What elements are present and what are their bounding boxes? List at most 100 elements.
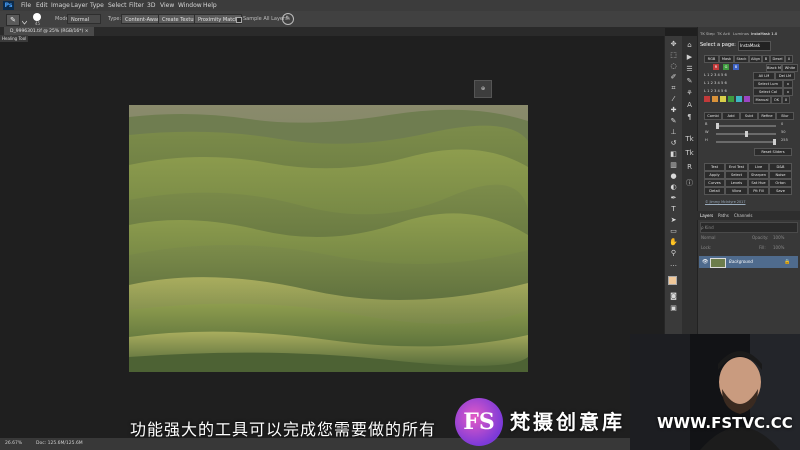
quick-select-tool-icon[interactable]: ✐ xyxy=(668,73,679,82)
crop-tool-icon[interactable]: ⌗ xyxy=(668,84,679,93)
pen-tool-icon[interactable]: ✒ xyxy=(668,194,679,203)
select-col-button[interactable]: Select Col xyxy=(753,88,783,96)
eyedropper-tool-icon[interactable]: ⁄ xyxy=(668,95,679,104)
all-lm-button[interactable]: All LM xyxy=(753,72,775,80)
menu-layer[interactable]: Layer xyxy=(71,0,88,11)
tab-tk-step[interactable]: TK Step xyxy=(700,31,715,36)
save-button[interactable]: Save xyxy=(769,187,792,195)
test-button[interactable]: Test xyxy=(704,163,725,171)
menu-help[interactable]: Help xyxy=(203,0,217,11)
opacity-value[interactable]: 100% xyxy=(773,235,784,240)
lasso-tool-icon[interactable]: ◌ xyxy=(668,62,679,71)
mask-button[interactable]: Mask xyxy=(719,55,734,63)
combine-button[interactable]: Combi xyxy=(704,112,722,120)
menu-image[interactable]: Image xyxy=(51,0,70,11)
levels-button[interactable]: Levels xyxy=(725,179,748,187)
live-button[interactable]: Live xyxy=(748,163,769,171)
vibrance-button[interactable]: Vibra xyxy=(725,187,748,195)
eraser-tool-icon[interactable]: ◧ xyxy=(668,150,679,159)
menu-edit[interactable]: Edit xyxy=(36,0,48,11)
black-slider-knob[interactable] xyxy=(716,123,719,129)
end-test-button[interactable]: End Test xyxy=(725,163,748,171)
hue-slider-knob[interactable] xyxy=(773,139,776,145)
tab-instamask[interactable]: InstaMask 1.0 xyxy=(751,31,777,36)
dodge-burn-button[interactable]: D&B xyxy=(769,163,792,171)
color-chip-green[interactable] xyxy=(728,96,734,102)
quick-mask-icon[interactable]: ◙ xyxy=(668,292,679,301)
tab-layers[interactable]: Layers xyxy=(700,211,713,220)
foreground-color-swatch[interactable] xyxy=(668,276,677,285)
chip-green[interactable]: G xyxy=(723,64,729,70)
layer-name[interactable]: Background xyxy=(729,256,753,268)
color-chip-magenta[interactable] xyxy=(744,96,750,102)
layer-filter-input[interactable]: ρ Kind xyxy=(700,222,798,233)
tab-tk-acti[interactable]: TK Acti xyxy=(717,31,730,36)
align-button[interactable]: Align xyxy=(749,55,762,63)
reset-sliders-button[interactable]: Reset Sliders xyxy=(754,148,792,156)
menu-3d[interactable]: 3D xyxy=(147,0,155,11)
navigator-mini-panel[interactable]: ⊕ xyxy=(474,80,492,98)
color-chip-cyan[interactable] xyxy=(736,96,742,102)
layer-row-background[interactable]: 👁 Background 🔒 xyxy=(699,256,798,268)
black-slider[interactable] xyxy=(716,125,776,127)
pit-fill-button[interactable]: Pit Fill xyxy=(748,187,769,195)
r-panel-icon[interactable]: R xyxy=(684,162,695,172)
noise-button[interactable]: Noise xyxy=(769,171,792,179)
sample-all-layers-checkbox[interactable] xyxy=(236,17,242,23)
menu-file[interactable]: File xyxy=(21,0,31,11)
select-page-dropdown[interactable]: InstaMask xyxy=(738,41,771,51)
healing-tool-icon[interactable]: ✎ xyxy=(6,14,20,26)
path-select-icon[interactable]: ➤ xyxy=(668,216,679,225)
mode-select[interactable]: Normal xyxy=(67,14,101,24)
marquee-tool-icon[interactable]: ⬚ xyxy=(668,51,679,60)
menu-filter[interactable]: Filter xyxy=(129,0,144,11)
apply-button[interactable]: Apply xyxy=(704,171,725,179)
blur-tool-icon[interactable]: ● xyxy=(668,172,679,181)
white-slider-knob[interactable] xyxy=(745,131,748,137)
detail-button[interactable]: Detail xyxy=(704,187,725,195)
screen-mode-icon[interactable]: ▣ xyxy=(668,304,679,313)
tab-paths[interactable]: Paths xyxy=(718,211,729,220)
more-tools-icon[interactable]: … xyxy=(668,260,679,269)
cancel-x-button[interactable]: X xyxy=(782,96,790,104)
type-tool-icon[interactable]: T xyxy=(668,205,679,214)
history-panel-icon[interactable]: ⌂ xyxy=(684,40,695,50)
menu-window[interactable]: Window xyxy=(178,0,202,11)
select-col-x-button[interactable]: x xyxy=(783,88,793,96)
tab-channels[interactable]: Channels xyxy=(734,211,753,220)
eye-icon[interactable]: 👁 xyxy=(702,256,708,268)
pressure-icon[interactable]: ✎ xyxy=(282,13,294,25)
move-tool-icon[interactable]: ✥ xyxy=(668,40,679,49)
sat-hue-button[interactable]: Sat Hue xyxy=(748,179,769,187)
del-lm-button[interactable]: Del LM xyxy=(775,72,795,80)
chevron-down-icon[interactable] xyxy=(21,16,28,25)
healing-brush-icon[interactable]: ✚ xyxy=(668,106,679,115)
credit-link[interactable]: © Jimmy McIntyre 2017 xyxy=(705,200,746,204)
color-chip-orange[interactable] xyxy=(712,96,718,102)
zoom-level[interactable]: 26.67% xyxy=(5,438,22,450)
white-m-button[interactable]: White M xyxy=(782,64,798,72)
black-m-button[interactable]: Black M xyxy=(766,64,782,72)
select-lum-button[interactable]: Select Lum xyxy=(753,80,783,88)
paragraph-panel-icon[interactable]: ¶ xyxy=(684,112,695,122)
menu-select[interactable]: Select xyxy=(108,0,127,11)
brush-tool-icon[interactable]: ✎ xyxy=(668,117,679,126)
curves-button[interactable]: Curves xyxy=(704,179,725,187)
manual-button[interactable]: Manual xyxy=(753,96,771,104)
tab-luminos[interactable]: Luminos xyxy=(733,31,749,36)
desel-button[interactable]: Desel xyxy=(770,55,785,63)
menu-view[interactable]: View xyxy=(160,0,174,11)
gradient-tool-icon[interactable]: ▥ xyxy=(668,161,679,170)
select-lum-x-button[interactable]: x xyxy=(783,80,793,88)
fill-value[interactable]: 100% xyxy=(773,245,784,250)
landscape-photo[interactable] xyxy=(129,105,528,372)
blur-button[interactable]: Blur xyxy=(776,112,794,120)
refine-button[interactable]: Refine xyxy=(758,112,776,120)
color-chip-yellow[interactable] xyxy=(720,96,726,102)
shape-tool-icon[interactable]: ▭ xyxy=(668,227,679,236)
x-button[interactable]: X xyxy=(785,55,793,63)
hand-tool-icon[interactable]: ✋ xyxy=(668,238,679,247)
add-button[interactable]: Add xyxy=(722,112,740,120)
brush-panel-icon[interactable]: ✎ xyxy=(684,76,695,86)
ok-button[interactable]: OK xyxy=(771,96,782,104)
